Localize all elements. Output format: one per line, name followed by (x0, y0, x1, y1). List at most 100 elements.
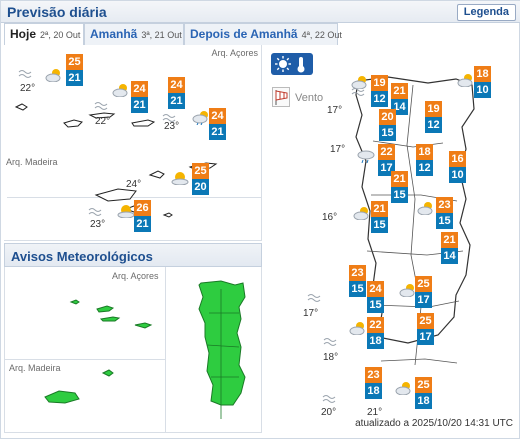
updated-timestamp: atualizado a 2025/10/20 14:31 UTC (355, 418, 513, 429)
madeira-island[interactable] (94, 188, 137, 202)
max-temp: 19 (425, 101, 442, 117)
sun-cloud-icon (171, 172, 189, 185)
header-bar: Previsão diária Legenda (1, 1, 520, 23)
warnings-map (44, 280, 246, 419)
warnings-title: Avisos Meteorológicos (11, 249, 153, 264)
sun-cloud-icon (117, 205, 135, 218)
sea-temp: 22° (95, 116, 111, 127)
min-temp: 20 (192, 179, 209, 195)
cloud-rain-icon (357, 150, 375, 163)
warnings-header: Avisos Meteorológicos (4, 243, 262, 267)
legend-button[interactable]: Legenda (456, 4, 516, 21)
max-temp: 22 (367, 317, 384, 333)
sun-cloud-icon (351, 76, 367, 89)
max-temp: 25 (192, 163, 209, 179)
max-temp: 24 (168, 77, 185, 93)
sea-temp: 17° (303, 308, 319, 319)
sea-temp: 18° (323, 352, 339, 363)
max-temp: 21 (441, 232, 458, 248)
max-temp: 25 (66, 54, 83, 70)
sea-temp: 22° (20, 83, 36, 94)
min-temp: 21 (209, 124, 226, 140)
wind-label: Vento (295, 92, 324, 104)
max-temp: 24 (131, 81, 148, 97)
wind-sock-icon (275, 90, 288, 105)
max-temp: 23 (365, 367, 382, 383)
tab-today[interactable]: Hoje 2ª, 20 Out (4, 23, 84, 45)
sea-temp: 16° (322, 212, 338, 223)
max-temp: 22 (378, 144, 395, 160)
azores-island-faial[interactable] (63, 119, 83, 128)
wave-icon (323, 338, 337, 346)
max-temp: 25 (415, 276, 432, 292)
azores-island-santa-maria[interactable] (162, 212, 173, 218)
sea-temp: 20° (321, 407, 337, 418)
min-temp: 21 (168, 93, 185, 109)
sea-temp: 24° (126, 179, 142, 190)
min-temp: 18 (365, 383, 382, 399)
warning-region-porto-santo[interactable] (101, 369, 114, 377)
warning-region-mainland[interactable] (198, 280, 246, 406)
max-temp: 21 (391, 83, 408, 99)
porto-santo-island[interactable] (148, 170, 165, 179)
max-temp: 21 (371, 201, 388, 217)
forecast-page: Previsão diária Legenda Hoje 2ª, 20 Out A… (0, 0, 520, 439)
min-temp: 12 (425, 117, 442, 133)
sea-temp: 23° (164, 121, 180, 132)
max-temp: 25 (415, 377, 432, 393)
min-temp: 15 (379, 125, 396, 141)
min-temp: 21 (66, 70, 83, 86)
warning-region-azores-central-2[interactable] (99, 316, 121, 322)
sun-cloud-rain-icon (192, 111, 208, 125)
max-temp: 23 (436, 197, 453, 213)
partly-cloudy-icon (45, 69, 61, 82)
min-temp: 10 (449, 167, 466, 183)
min-temp: 15 (349, 281, 366, 297)
warning-region-azores-east[interactable] (134, 322, 153, 329)
tab-today-label: Hoje (10, 27, 37, 41)
wave-icon (94, 102, 108, 110)
sea-temp: 17° (327, 105, 343, 116)
min-temp: 15 (367, 297, 384, 313)
max-temp: 16 (449, 151, 466, 167)
thermometer-icon[interactable] (295, 56, 307, 73)
sun-cloud-icon (399, 284, 415, 297)
max-temp: 25 (417, 313, 434, 329)
max-temp: 21 (391, 171, 408, 187)
tab-day-after-date: 4ª, 22 Out (301, 30, 342, 40)
min-temp: 21 (134, 216, 151, 232)
min-temp: 15 (436, 213, 453, 229)
warning-region-azores-central-1[interactable] (96, 305, 115, 313)
wave-icon (18, 70, 32, 78)
max-temp: 24 (209, 108, 226, 124)
tab-tomorrow-date: 3ª, 21 Out (141, 30, 182, 40)
warning-region-azores-west[interactable] (69, 299, 80, 305)
min-temp: 12 (371, 91, 388, 107)
tab-day-after[interactable]: Depois de Amanhã 4ª, 22 Out (184, 23, 342, 45)
sea-temp: 23° (90, 219, 106, 230)
azores-island-terceira[interactable] (131, 119, 156, 127)
tab-today-date: 2ª, 20 Out (40, 30, 81, 40)
islands-forecast-panel: Arq. Açores Arq. Madeira 25 21 22° 24 21… (4, 45, 262, 241)
tab-tomorrow[interactable]: Amanhã 3ª, 21 Out (84, 23, 184, 45)
azores-island-flores[interactable] (14, 103, 28, 111)
tab-tomorrow-label: Amanhã (90, 27, 138, 41)
min-temp: 15 (371, 217, 388, 233)
page-title: Previsão diária (7, 4, 107, 20)
display-mode-toggle[interactable] (271, 53, 313, 75)
min-temp: 21 (131, 97, 148, 113)
warning-region-madeira[interactable] (44, 390, 80, 404)
wind-toggle[interactable] (272, 87, 290, 107)
max-temp: 18 (474, 66, 491, 82)
sea-temp: 21° (367, 407, 383, 418)
max-temp: 24 (367, 281, 384, 297)
wave-icon (307, 294, 321, 302)
sun-cloud-icon (353, 207, 369, 220)
partly-cloudy-icon (112, 84, 128, 97)
sun-icon[interactable] (275, 56, 291, 72)
warnings-panel: Arq. Açores Arq. Madeira (4, 267, 262, 433)
sun-cloud-icon (457, 74, 473, 87)
max-temp: 19 (371, 75, 388, 91)
min-temp: 12 (416, 160, 433, 176)
wave-icon (351, 88, 365, 96)
